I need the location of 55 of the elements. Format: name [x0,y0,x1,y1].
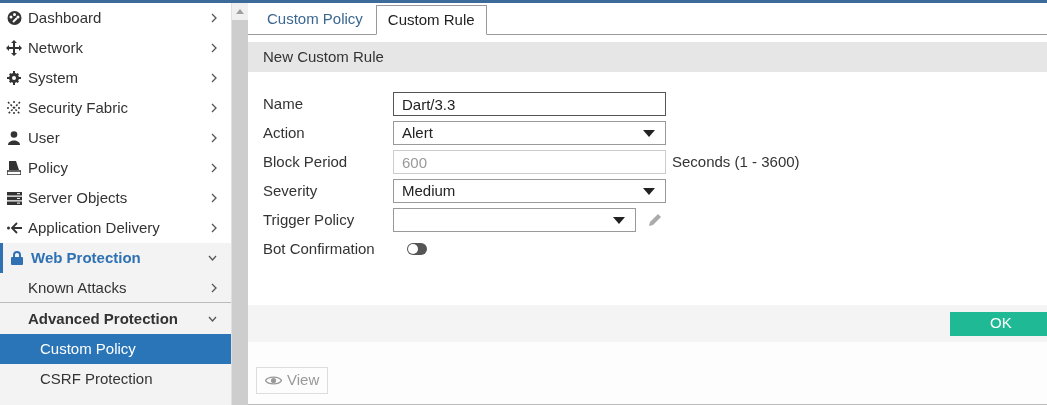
sidebar-item[interactable]: Application Delivery [0,213,231,243]
eye-icon [265,375,282,386]
sidebar-item[interactable]: Web Protection [0,243,231,273]
document-icon [7,161,21,175]
sidebar-item[interactable]: Custom Policy [0,334,231,364]
tab[interactable]: Custom Policy [254,5,376,34]
chevron-right-icon [211,283,217,293]
sidebar-item[interactable]: User [0,123,231,153]
sidebar-item[interactable]: Known Attacks [0,273,231,303]
chevron-right-icon [211,133,217,143]
sidebar-item[interactable]: Advanced Protection [0,304,231,334]
dropdown-caret-icon [643,187,655,195]
field-label: Action [263,122,306,143]
dropdown[interactable]: Medium [393,179,666,203]
user-icon [8,131,20,145]
lock-icon [11,251,23,265]
arrow-left-icon [6,222,22,234]
field-label: Severity [263,180,319,201]
gear-icon [7,71,21,85]
tab[interactable]: Custom Rule [375,5,487,35]
scroll-up-icon[interactable] [236,9,244,14]
field-label: Name [263,93,304,114]
sidebar-item[interactable]: Security Fabric [0,93,231,123]
dropdown-caret-icon [613,216,625,224]
move-arrows-icon [6,40,22,56]
server-icon [6,191,22,205]
sidebar-item[interactable]: Policy [0,153,231,183]
scrollbar[interactable] [231,3,248,405]
chevron-right-icon [211,43,217,53]
chevron-right-icon [211,103,217,113]
chevron-right-icon [211,193,217,203]
network-nodes-icon [6,100,22,116]
sidebar-item[interactable]: CSRF Protection [0,364,231,394]
field-label: Block Period [263,151,349,172]
sidebar-item[interactable]: System [0,63,231,93]
field-label: Bot Confirmation [263,238,376,259]
unit-hint: Seconds (1 - 3600) [672,151,800,172]
dropdown[interactable] [393,208,636,232]
form-header: New Custom Rule [248,42,1047,72]
chevron-right-icon [211,13,217,23]
chevron-down-icon [208,255,217,261]
chevron-down-icon [208,316,217,322]
dashboard-gauge-icon [6,11,22,25]
sidebar-item[interactable]: Network [0,33,231,63]
field-label: Trigger Policy [263,209,356,230]
toggle-switch[interactable] [407,243,427,255]
chevron-right-icon [211,163,217,173]
sidebar-item[interactable]: Server Objects [0,183,231,213]
pencil-icon[interactable] [648,213,662,227]
dropdown[interactable]: Alert [393,121,666,145]
chevron-right-icon [211,223,217,233]
sidebar-item[interactable]: Dashboard [0,3,231,33]
text-field[interactable]: Dart/3.3 [393,92,666,116]
dropdown-caret-icon [643,129,655,137]
chevron-right-icon [211,73,217,83]
